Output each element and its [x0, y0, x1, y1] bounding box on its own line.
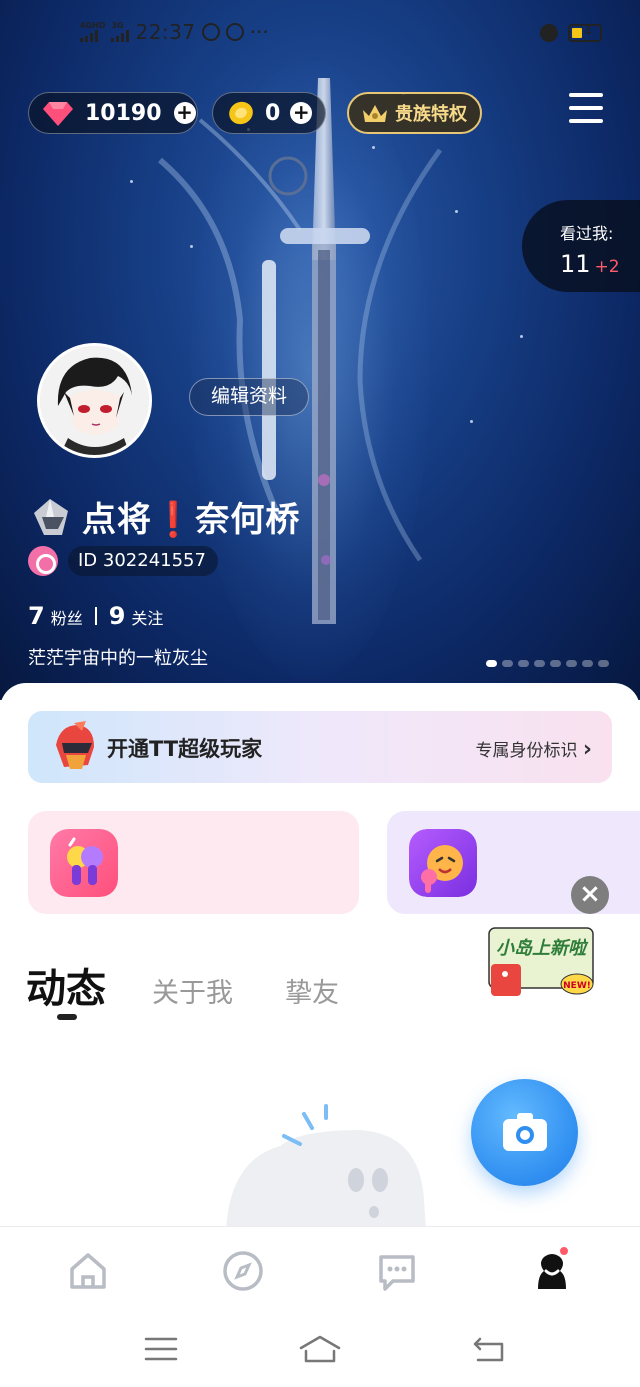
chevron-right-icon: ›: [582, 737, 592, 762]
diamond-icon: [43, 102, 73, 126]
back-button-icon[interactable]: [472, 1335, 506, 1363]
island-new-promo-badge[interactable]: 小岛上新啦 NEW!: [485, 920, 597, 1004]
visitors-increase: +2: [594, 257, 620, 277]
noble-label: 贵族特权: [395, 104, 467, 125]
nav-messages[interactable]: [375, 1249, 419, 1293]
following-count[interactable]: 9: [109, 602, 126, 630]
carousel-dot[interactable]: [598, 660, 609, 667]
fans-count[interactable]: 7: [28, 602, 45, 630]
status-time: 22:37: [135, 20, 196, 44]
visitors-count: 11: [560, 250, 591, 278]
carousel-dot[interactable]: [550, 660, 561, 667]
carousel-dot[interactable]: [502, 660, 513, 667]
user-id[interactable]: ID 302241557: [68, 546, 218, 576]
carousel-dot[interactable]: [566, 660, 577, 667]
status-bar-right: 4: [540, 24, 602, 42]
system-navigation-bar: [0, 1312, 640, 1387]
avatar[interactable]: [37, 343, 152, 458]
carousel-dot[interactable]: [534, 660, 545, 667]
following-label[interactable]: 关注: [131, 605, 163, 629]
home-icon: [70, 1253, 106, 1289]
signal-1-label: 4GHD: [80, 21, 106, 30]
promo-badge: NEW!: [563, 981, 591, 991]
nav-profile[interactable]: [530, 1245, 574, 1293]
tab-0[interactable]: 动态: [26, 956, 106, 1014]
alarm-icon: [540, 24, 558, 42]
signal-2: 3G: [111, 21, 130, 42]
signal-2-label: 3G: [111, 21, 124, 30]
empty-state-ghost-illustration: [226, 1104, 426, 1230]
signal-bars-icon: [111, 30, 130, 42]
tab-2[interactable]: 挚友: [285, 971, 339, 1010]
nav-home[interactable]: [66, 1249, 110, 1293]
stats-divider: [94, 607, 97, 625]
visitors-panel[interactable]: 看过我: 11 +2: [522, 200, 640, 292]
username: 点将❗奈何桥: [82, 500, 301, 540]
battery-level: 4: [584, 24, 592, 38]
tab-1[interactable]: 关于我: [152, 971, 233, 1010]
diamond-balance-chip[interactable]: 10190 +: [28, 92, 198, 134]
battery-icon: 4: [568, 24, 602, 42]
fans-label[interactable]: 粉丝: [51, 605, 83, 629]
add-coin-icon[interactable]: +: [290, 102, 313, 124]
promo-text: 小岛上新啦: [496, 938, 589, 959]
close-icon[interactable]: ×: [571, 876, 609, 914]
profile-tabs: 动态 关于我 挚友: [26, 956, 391, 1014]
carousel-dot[interactable]: [486, 660, 497, 667]
vip-banner-title: 开通TT超级玩家: [107, 737, 263, 761]
feature-card-karaoke[interactable]: [28, 811, 359, 914]
edit-profile-button[interactable]: 编辑资料: [189, 378, 309, 416]
home-button-icon[interactable]: [298, 1334, 342, 1364]
discover-compass-icon: [223, 1251, 263, 1291]
signal-1: 4GHD: [80, 22, 105, 42]
camera-post-button[interactable]: [471, 1079, 578, 1186]
vip-banner[interactable]: 开通TT超级玩家 专属身份标识 ›: [28, 711, 612, 783]
bottom-navigation: [0, 1226, 640, 1312]
active-tab-indicator: [57, 1014, 77, 1020]
avatar-illustration: [40, 346, 149, 455]
carousel-dot[interactable]: [582, 660, 593, 667]
cover-carousel-dots: [486, 660, 609, 667]
signal-bars-icon: [80, 30, 105, 42]
noble-privilege-button[interactable]: 贵族特权: [347, 92, 482, 134]
coin-icon: [229, 101, 253, 125]
status-bar-left: 4GHD 3G 22:37 ···: [80, 20, 269, 44]
follow-stats: 7 粉丝 9 关注: [28, 602, 163, 630]
username-row: 点将❗奈何桥: [28, 492, 300, 541]
user-bio: 茫茫宇宙中的一粒灰尘: [28, 648, 208, 669]
notification-icon: [201, 23, 220, 41]
singing-character-app-icon: [409, 829, 477, 897]
vip-banner-subtitle: 专属身份标识 ›: [476, 736, 592, 762]
id-badge-icon: [28, 546, 58, 576]
super-player-helmet-icon: [56, 721, 94, 769]
profile-page: 4GHD 3G 22:37 ··· 4 10190 + 0 + 贵族特权 看过我…: [0, 0, 640, 1387]
nav-discover[interactable]: [221, 1249, 265, 1293]
profile-notification-dot: [558, 1245, 570, 1257]
camera-icon: [503, 1113, 547, 1151]
status-bar: 4GHD 3G 22:37 ··· 4: [0, 20, 640, 52]
coin-balance-chip[interactable]: 0 +: [212, 92, 326, 134]
carousel-dot[interactable]: [518, 660, 529, 667]
sync-icon: [225, 23, 244, 41]
microphone-app-icon: [50, 829, 118, 897]
visitors-count-row: 11 +2: [560, 250, 640, 278]
crown-icon: [363, 105, 387, 122]
add-diamond-icon[interactable]: +: [173, 102, 196, 124]
rank-helmet-icon: [34, 498, 68, 535]
more-notifications: ···: [249, 20, 269, 44]
coin-count: 0: [265, 100, 281, 126]
menu-icon[interactable]: [569, 93, 603, 123]
diamond-count: 10190: [85, 100, 162, 126]
visitors-label: 看过我:: [560, 224, 614, 243]
messages-icon: [379, 1255, 415, 1291]
user-id-row: ID 302241557: [28, 546, 218, 576]
recent-apps-icon[interactable]: [144, 1336, 178, 1362]
vip-banner-subtitle-text: 专属身份标识: [475, 741, 578, 761]
